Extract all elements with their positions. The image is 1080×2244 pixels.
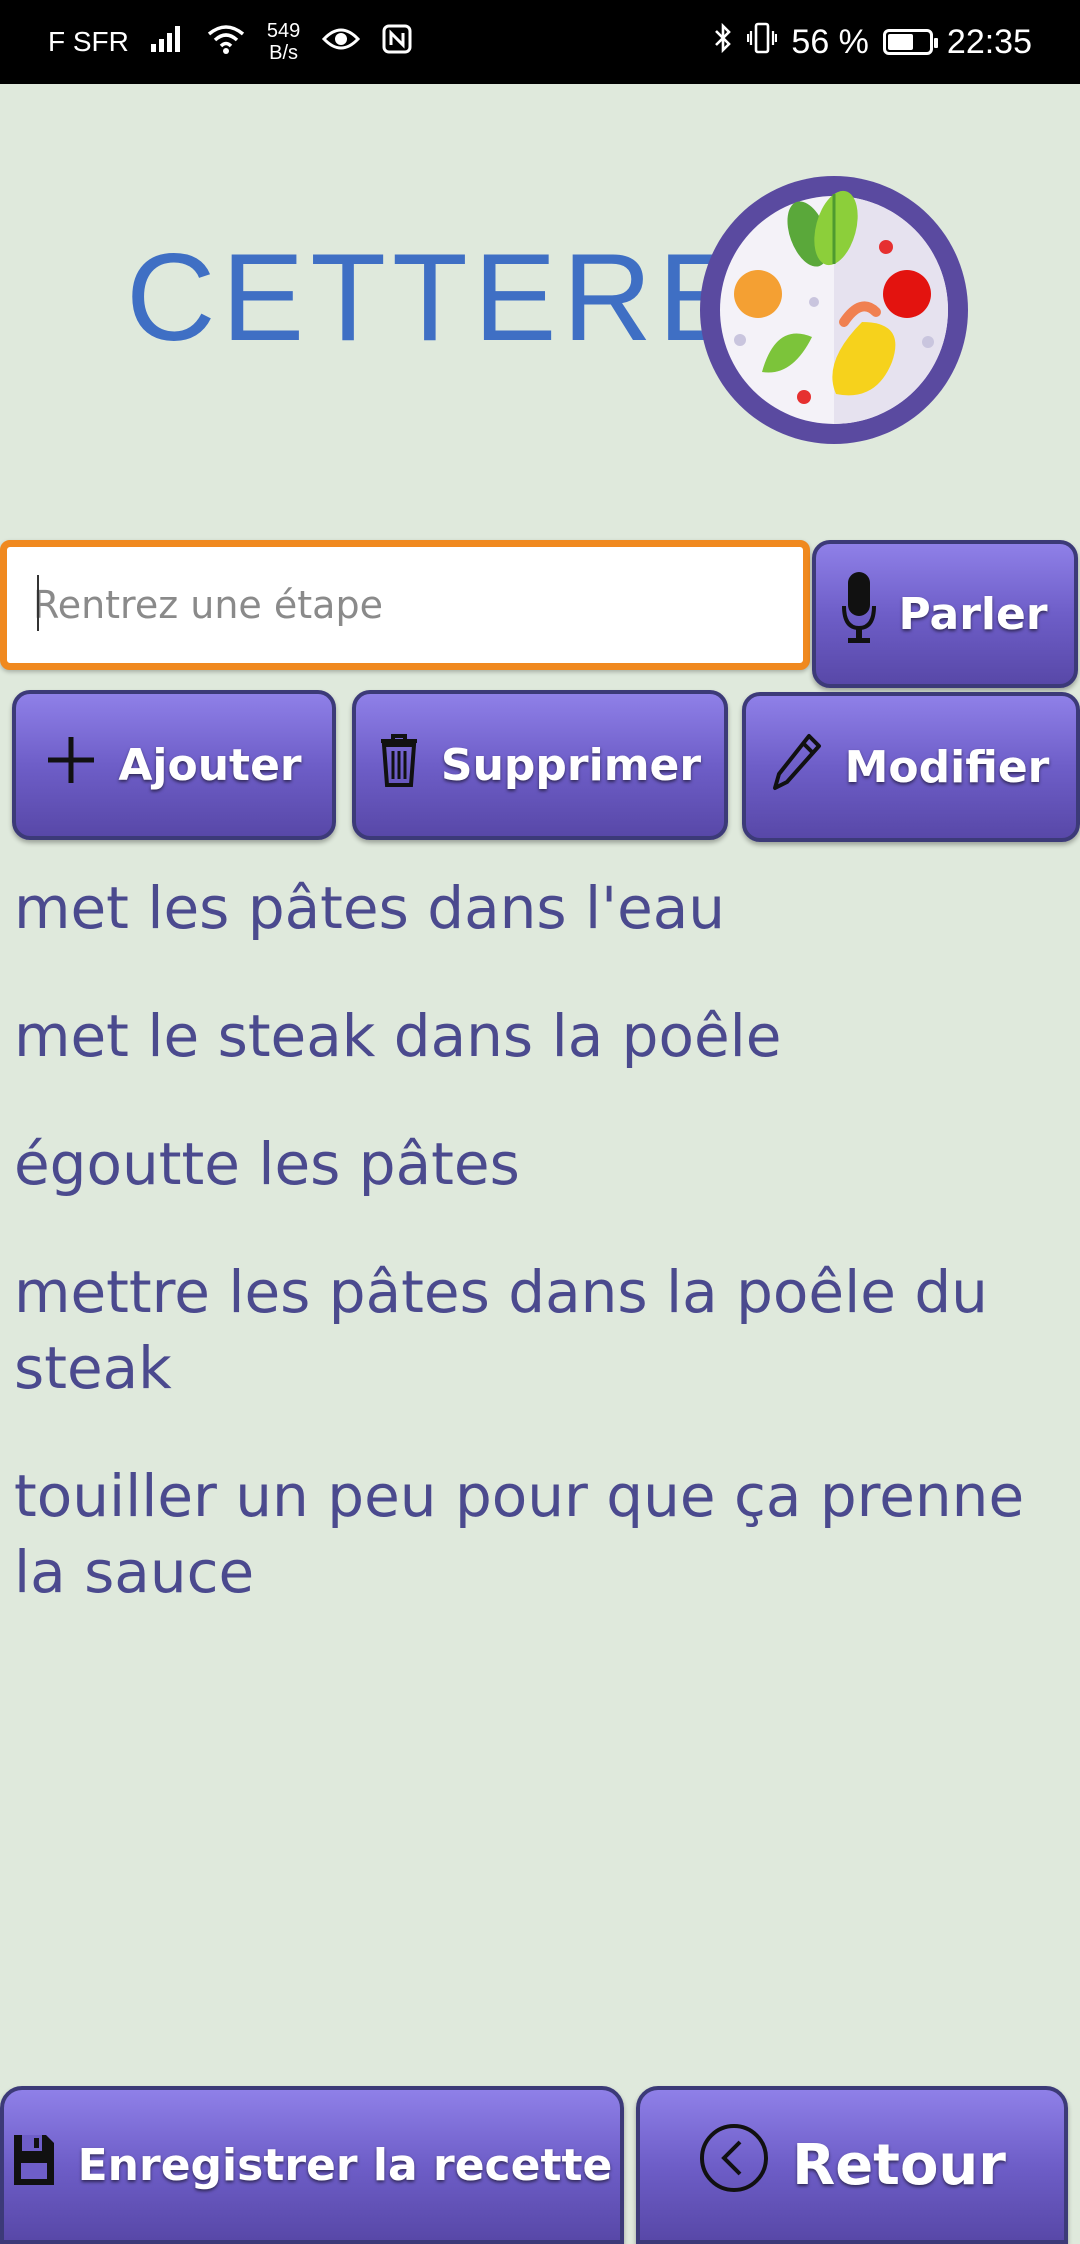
text-caret bbox=[37, 575, 39, 631]
status-bar: F SFR 549 B/s 56 % 22:35 bbox=[0, 0, 1080, 84]
back-button-label: Retour bbox=[792, 2132, 1006, 2198]
battery-icon bbox=[882, 29, 938, 55]
save-recipe-button[interactable]: Enregistrer la recette bbox=[0, 2086, 624, 2244]
delete-step-button-label: Supprimer bbox=[440, 739, 702, 791]
speak-button[interactable]: Parler bbox=[812, 540, 1078, 688]
chevron-left-circle-icon bbox=[698, 2122, 770, 2208]
microphone-icon bbox=[842, 571, 877, 657]
step-input-container[interactable] bbox=[0, 540, 810, 670]
carrier-label: F SFR bbox=[48, 26, 129, 57]
vibrate-icon bbox=[747, 22, 778, 63]
speak-button-label: Parler bbox=[898, 588, 1048, 640]
pencil-icon bbox=[772, 732, 823, 803]
clock: 22:35 bbox=[946, 22, 1032, 61]
app-logo-text: CETTERE bbox=[126, 229, 747, 367]
floppy-disk-icon bbox=[12, 2133, 56, 2198]
battery-percent: 56 % bbox=[791, 22, 869, 61]
wifi-icon bbox=[207, 24, 245, 61]
signal-icon bbox=[150, 25, 185, 59]
list-item[interactable]: mettre les pâtes dans la poêle du steak bbox=[14, 1254, 1066, 1406]
list-item[interactable]: met le steak dans la poêle bbox=[14, 998, 1066, 1074]
nfc-icon bbox=[382, 24, 412, 61]
steps-list: met les pâtes dans l'eau met le steak da… bbox=[14, 870, 1066, 1662]
add-step-button-label: Ajouter bbox=[118, 739, 302, 791]
bluetooth-icon bbox=[713, 22, 733, 63]
add-step-button[interactable]: Ajouter bbox=[12, 690, 336, 840]
list-item[interactable]: met les pâtes dans l'eau bbox=[14, 870, 1066, 946]
trash-icon bbox=[379, 733, 419, 798]
back-button[interactable]: Retour bbox=[636, 2086, 1068, 2244]
save-recipe-button-label: Enregistrer la recette bbox=[77, 2139, 613, 2191]
step-input[interactable] bbox=[7, 547, 803, 663]
delete-step-button[interactable]: Supprimer bbox=[352, 690, 728, 840]
plus-icon bbox=[46, 735, 96, 796]
list-item[interactable]: égoutte les pâtes bbox=[14, 1126, 1066, 1202]
plate-logo-icon bbox=[696, 172, 972, 448]
network-speed-unit: B/s bbox=[269, 42, 299, 64]
edit-step-button-label: Modifier bbox=[844, 741, 1050, 793]
edit-step-button[interactable]: Modifier bbox=[742, 692, 1080, 842]
network-speed-value: 549 bbox=[266, 20, 301, 42]
eye-icon bbox=[322, 26, 361, 58]
list-item[interactable]: touiller un peu pour que ça prenne la sa… bbox=[14, 1458, 1066, 1610]
network-speed: 549 B/s bbox=[267, 20, 300, 64]
